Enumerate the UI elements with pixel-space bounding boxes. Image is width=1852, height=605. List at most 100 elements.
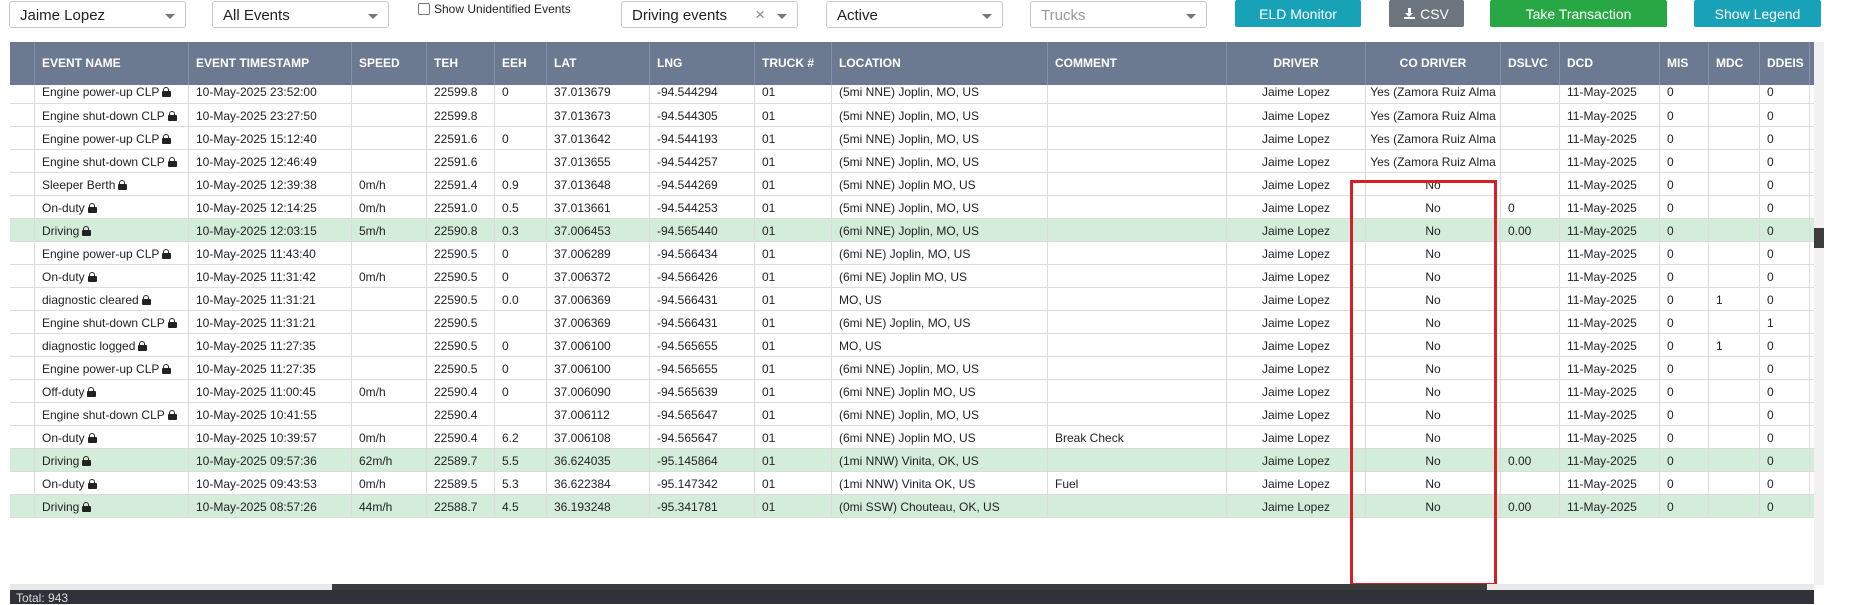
cell-ts: 10-May-2025 08:57:26 <box>189 495 352 517</box>
cell-loc: (6mi NNE) Joplin, MO, US <box>832 357 1048 379</box>
cell-spacer <box>10 242 35 264</box>
csv-button[interactable]: CSV <box>1389 0 1464 27</box>
clear-icon[interactable]: × <box>755 5 765 25</box>
cell-eeh: 0 <box>495 127 547 149</box>
trucks-select[interactable]: Trucks <box>1030 1 1207 28</box>
column-header-teh[interactable]: TEH <box>427 42 495 85</box>
table-row[interactable]: Driving 10-May-2025 12:03:15 5m/h 22590.8 0.… <box>10 219 1814 242</box>
eld-monitor-button[interactable]: ELD Monitor <box>1235 0 1361 27</box>
cell-teh: 22590.5 <box>427 242 495 264</box>
cell-mis: 0 <box>1660 426 1709 448</box>
cell-speed: 0m/h <box>352 380 427 402</box>
cell-event-name: Off-duty <box>35 380 189 402</box>
table-row[interactable]: On-duty 10-May-2025 10:39:57 0m/h 22590.4 6.… <box>10 426 1814 449</box>
column-header-co-driver[interactable]: CO DRIVER <box>1366 42 1501 85</box>
table-row[interactable]: On-duty 10-May-2025 11:31:42 0m/h 22590.5 0 3… <box>10 265 1814 288</box>
cell-ts: 10-May-2025 23:27:50 <box>189 104 352 126</box>
cell-loc: (6mi NNE) Joplin, MO, US <box>832 219 1048 241</box>
cell-lng: -95.147342 <box>650 472 755 494</box>
cell-spacer <box>10 265 35 287</box>
table-row[interactable]: diagnostic logged 10-May-2025 11:27:35 225… <box>10 334 1814 357</box>
table-row[interactable]: Engine power-up CLP 10-May-2025 11:43:40 2… <box>10 242 1814 265</box>
checkbox-icon[interactable] <box>418 3 430 15</box>
lock-icon <box>141 295 151 305</box>
table-header: EVENT NAME EVENT TIMESTAMP SPEED TEH EEH LAT L… <box>10 42 1814 85</box>
event-type-select[interactable]: Driving events × <box>621 1 798 28</box>
show-unidentified-checkbox[interactable]: Show Unidentified Events <box>418 2 571 16</box>
take-transaction-button[interactable]: Take Transaction <box>1490 0 1667 27</box>
cell-mdc <box>1709 219 1760 241</box>
events-select[interactable]: All Events <box>212 1 389 28</box>
column-header-lng[interactable]: LNG <box>650 42 755 85</box>
cell-mdc <box>1709 403 1760 425</box>
column-header-location[interactable]: LOCATION <box>832 42 1048 85</box>
table-row[interactable]: Engine shut-down CLP 10-May-2025 23:27:50… <box>10 104 1814 127</box>
table-row[interactable]: On-duty 10-May-2025 09:43:53 0m/h 22589.5 5.… <box>10 472 1814 495</box>
table-row[interactable]: Engine shut-down CLP 10-May-2025 10:41:55… <box>10 403 1814 426</box>
cell-spacer <box>10 495 35 517</box>
event-name-text: Engine power-up CLP <box>42 247 160 261</box>
cell-eeh: 0 <box>495 242 547 264</box>
driver-select[interactable]: Jaime Lopez <box>9 1 186 28</box>
table-row[interactable]: Driving 10-May-2025 09:57:36 62m/h 22589.7 5… <box>10 449 1814 472</box>
column-header-driver[interactable]: DRIVER <box>1227 42 1366 85</box>
cell-dcd: 11-May-2025 <box>1560 449 1660 471</box>
column-header-event-timestamp[interactable]: EVENT TIMESTAMP <box>189 42 352 85</box>
cell-mis: 0 <box>1660 334 1709 356</box>
event-name-text: Engine shut-down CLP <box>42 109 165 123</box>
vertical-scrollbar-thumb[interactable] <box>1814 228 1824 248</box>
cell-driver: Jaime Lopez <box>1227 380 1366 402</box>
column-header-comment[interactable]: COMMENT <box>1048 42 1227 85</box>
table-row[interactable]: On-duty 10-May-2025 12:14:25 0m/h 22591.0 0.… <box>10 196 1814 219</box>
column-header-mdc[interactable]: MDC <box>1709 42 1760 85</box>
show-unidentified-label: Show Unidentified Events <box>434 2 571 16</box>
column-header-event-name[interactable]: EVENT NAME <box>35 42 189 85</box>
table-row[interactable]: Engine power-up CLP 10-May-2025 15:12:40 2… <box>10 127 1814 150</box>
chevron-down-icon <box>982 14 992 19</box>
cell-speed <box>352 242 427 264</box>
column-header-ddeis[interactable]: DDEIS <box>1760 42 1810 85</box>
cell-lat: 37.013642 <box>547 127 650 149</box>
table-row[interactable]: Driving 10-May-2025 08:57:26 44m/h 22588.7 4… <box>10 495 1814 518</box>
cell-speed <box>352 150 427 172</box>
cell-dcd: 11-May-2025 <box>1560 219 1660 241</box>
cell-mis: 0 <box>1660 380 1709 402</box>
table-row[interactable]: Engine power-up CLP 10-May-2025 11:27:35 2… <box>10 357 1814 380</box>
cell-loc: (5mi NNE) Joplin, MO, US <box>832 150 1048 172</box>
column-header-eeh[interactable]: EEH <box>495 42 547 85</box>
cell-loc: (6mi NNE) Joplin MO, US <box>832 380 1048 402</box>
cell-event-name: Driving <box>35 449 189 471</box>
cell-truck: 01 <box>755 495 832 517</box>
driver-select-value: Jaime Lopez <box>20 7 106 24</box>
column-header-truck[interactable]: TRUCK # <box>755 42 832 85</box>
cell-dcd: 11-May-2025 <box>1560 334 1660 356</box>
table-row[interactable]: diagnostic cleared 10-May-2025 11:31:21 22… <box>10 288 1814 311</box>
table-row[interactable]: Engine shut-down CLP 10-May-2025 11:31:21… <box>10 311 1814 334</box>
show-legend-button[interactable]: Show Legend <box>1694 0 1821 27</box>
table-row[interactable]: Sleeper Berth 10-May-2025 12:39:38 0m/h 225… <box>10 173 1814 196</box>
cell-spacer <box>10 127 35 149</box>
cell-ts: 10-May-2025 11:27:35 <box>189 357 352 379</box>
cell-lat: 36.624035 <box>547 449 650 471</box>
column-header-speed[interactable]: SPEED <box>352 42 427 85</box>
cell-dslvc: 0.00 <box>1501 495 1560 517</box>
cell-ts: 10-May-2025 23:52:00 <box>189 85 352 103</box>
column-header-dcd[interactable]: DCD <box>1560 42 1660 85</box>
cell-comment: Fuel <box>1048 472 1227 494</box>
status-select[interactable]: Active <box>826 1 1003 28</box>
cell-codriver: No <box>1366 472 1501 494</box>
vertical-scrollbar[interactable] <box>1814 42 1824 585</box>
cell-mis: 0 <box>1660 472 1709 494</box>
table-row[interactable]: Engine shut-down CLP 10-May-2025 12:46:49… <box>10 150 1814 173</box>
column-header-mis[interactable]: MIS <box>1660 42 1709 85</box>
cell-loc: (0mi SSW) Chouteau, OK, US <box>832 495 1048 517</box>
cell-ddeis: 0 <box>1760 196 1810 218</box>
table-row[interactable]: Engine power-up CLP 10-May-2025 23:52:00 2… <box>10 85 1814 104</box>
cell-eeh: 0 <box>495 334 547 356</box>
column-header-dslvc[interactable]: DSLVC <box>1501 42 1560 85</box>
table-row[interactable]: Off-duty 10-May-2025 11:00:45 0m/h 22590.4 0… <box>10 380 1814 403</box>
lock-icon <box>82 502 92 512</box>
cell-comment <box>1048 357 1227 379</box>
cell-codriver: No <box>1366 403 1501 425</box>
column-header-lat[interactable]: LAT <box>547 42 650 85</box>
